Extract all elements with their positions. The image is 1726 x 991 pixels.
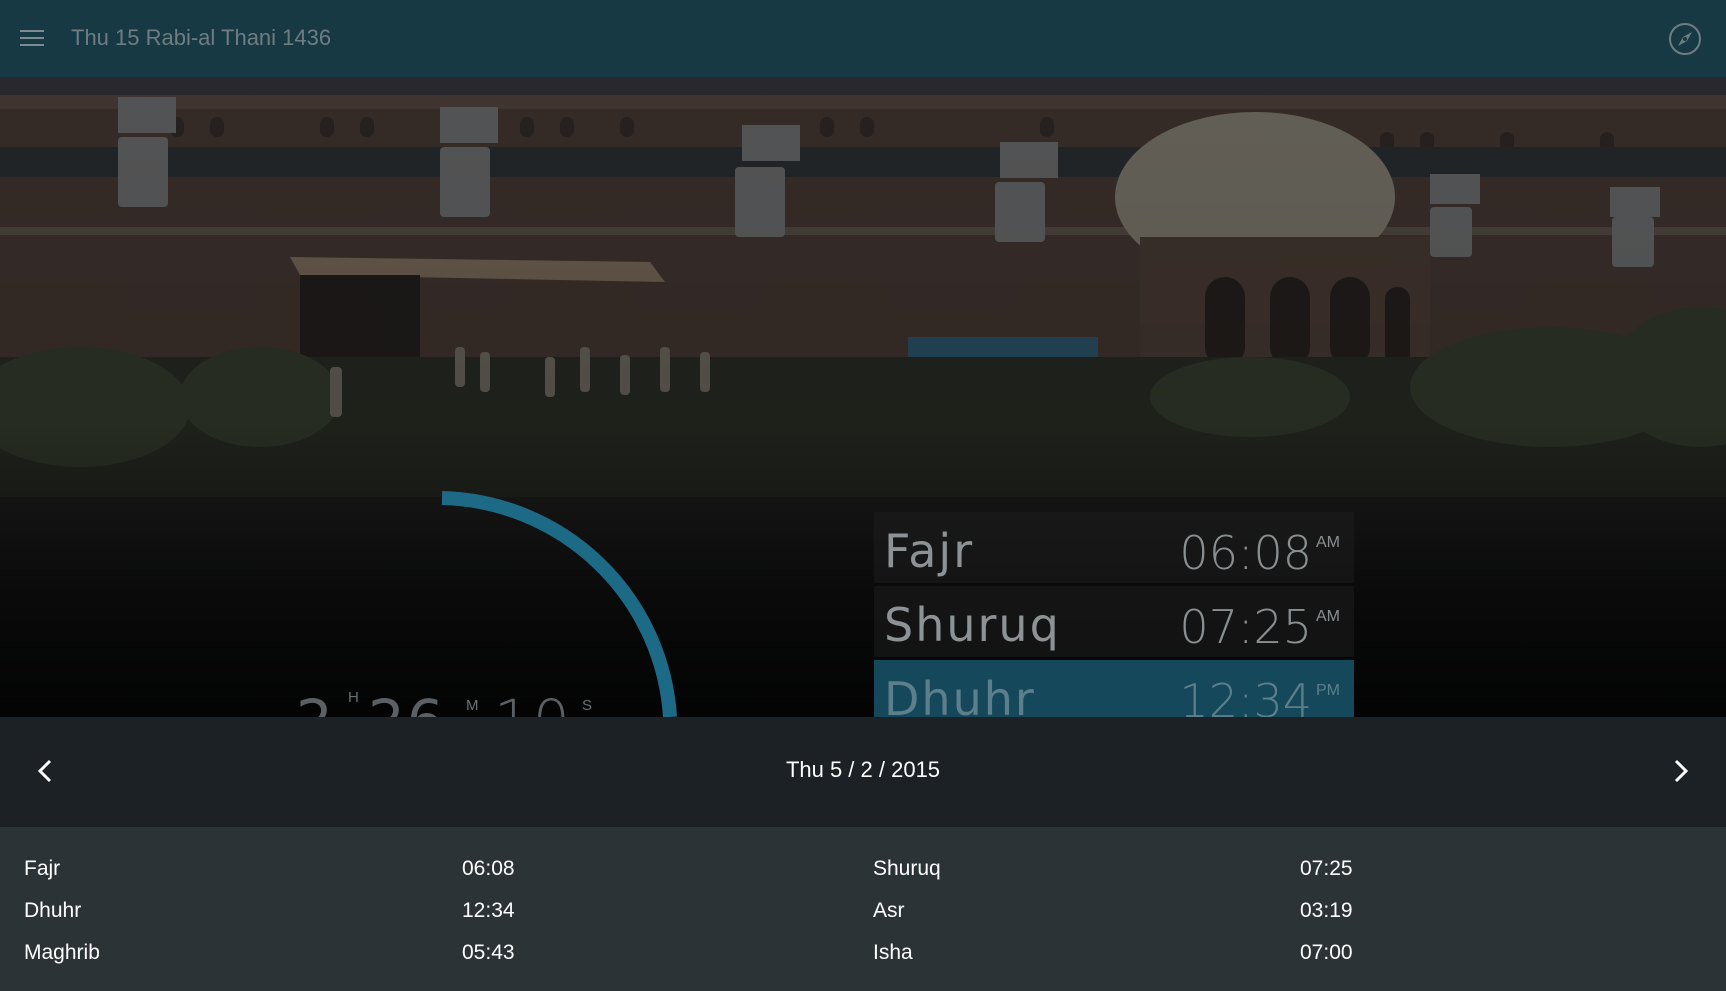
compass-icon[interactable]: [1668, 22, 1702, 56]
hamburger-menu-icon[interactable]: [20, 30, 44, 48]
hijri-date-title: Thu 15 Rabi-al Thani 1436: [71, 25, 332, 50]
selected-date: Thu 5 / 2 / 2015: [785, 757, 941, 782]
board-prayer-name: Dhuhr: [884, 672, 1036, 717]
prayer-time: 07:25: [1300, 857, 1353, 880]
prayer-time: 03:19: [1300, 899, 1353, 922]
prayer-name: Isha: [873, 941, 913, 964]
board-row-shuruq: Shuruq 07:25 AM: [874, 586, 1354, 657]
clock-hours: 2: [296, 689, 335, 717]
board-row-dhuhr-current: Dhuhr 12:34 PM: [874, 660, 1354, 717]
prayer-name: Fajr: [24, 857, 61, 880]
clock-hour-unit: H: [348, 689, 359, 706]
clock-minutes: 26: [368, 689, 446, 717]
board-prayer-time: 12:34: [1179, 674, 1312, 717]
prayer-time: 12:34: [462, 899, 515, 922]
board-prayer-time: 06:08: [1179, 526, 1312, 580]
board-prayer-name: Shuruq: [884, 598, 1061, 652]
board-prayer-time: 07:25: [1179, 600, 1312, 654]
prayer-name: Shuruq: [873, 857, 941, 880]
clock-seconds: 10: [494, 689, 572, 717]
board-period: AM: [1316, 534, 1340, 551]
prayer-time: 06:08: [462, 857, 515, 880]
board-period: AM: [1316, 608, 1340, 625]
mosque-background-photo: 2 H 26 M 10 S Fajr 06:08 AM Shuruq 07:25…: [0, 77, 1726, 717]
clock-minute-unit: M: [466, 697, 479, 714]
clock-readout: 2 H 26 M 10 S: [296, 689, 636, 717]
app-bar: Thu 15 Rabi-al Thani 1436: [0, 0, 1726, 77]
prayer-name: Asr: [873, 899, 905, 922]
clock-second-unit: S: [582, 697, 593, 714]
prayer-time: 05:43: [462, 941, 515, 964]
date-navigation-bar: Thu 5 / 2 / 2015: [0, 717, 1726, 827]
board-period: PM: [1316, 682, 1340, 699]
clock-progress-arc: [441, 491, 677, 717]
prayer-name: Maghrib: [24, 941, 100, 964]
prayer-times-panel: Fajr 06:08 Dhuhr 12:34 Maghrib 05:43 Shu…: [0, 827, 1726, 991]
prayer-name: Dhuhr: [24, 899, 82, 922]
board-row-fajr: Fajr 06:08 AM: [874, 512, 1354, 583]
prayer-board: Fajr 06:08 AM Shuruq 07:25 AM Dhuhr 12:3…: [874, 512, 1354, 717]
board-prayer-name: Fajr: [884, 524, 975, 578]
prayer-time: 07:00: [1300, 941, 1353, 964]
chevron-right-icon[interactable]: [1662, 753, 1698, 789]
